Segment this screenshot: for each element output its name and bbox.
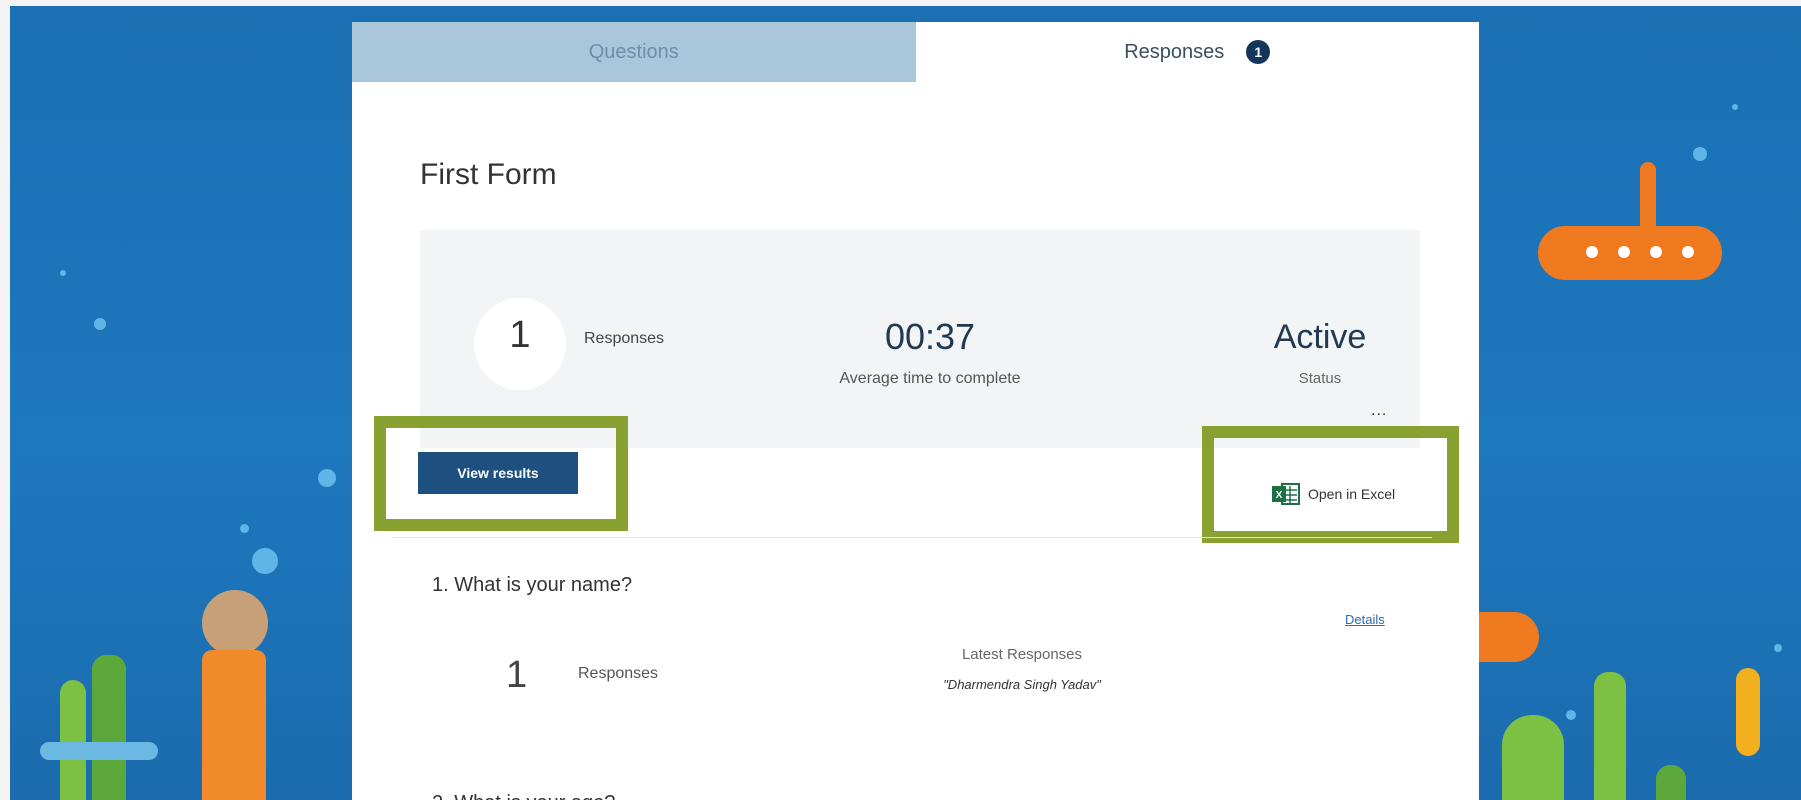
excel-icon: X bbox=[1272, 481, 1300, 507]
seaweed-decoration bbox=[1594, 672, 1626, 800]
question-response-label: Responses bbox=[578, 665, 659, 682]
tab-responses-label: Responses bbox=[1124, 40, 1225, 63]
bubble-decoration bbox=[94, 318, 106, 330]
submarine-window-decoration bbox=[1618, 246, 1630, 258]
bubble-decoration bbox=[1693, 147, 1707, 161]
average-time-value: 00:37 bbox=[884, 316, 976, 357]
form-card: Questions Responses 1 First Form 1 Respo… bbox=[352, 22, 1479, 800]
tab-questions-label: Questions bbox=[588, 40, 679, 63]
latest-response-value: "Dharmendra Singh Yadav" bbox=[943, 677, 1101, 692]
response-count-label: Responses bbox=[584, 330, 665, 347]
status-label: Status bbox=[1298, 370, 1342, 387]
open-in-excel-link[interactable]: X Open in Excel bbox=[1272, 481, 1395, 507]
bubble-decoration bbox=[252, 548, 278, 574]
svg-text:X: X bbox=[1276, 490, 1283, 501]
open-in-excel-label: Open in Excel bbox=[1308, 486, 1396, 502]
seaweed-decoration bbox=[60, 680, 86, 800]
bubble-decoration bbox=[60, 270, 66, 276]
diver-body-decoration bbox=[202, 650, 266, 800]
tab-responses[interactable]: Responses 1 bbox=[915, 22, 1479, 82]
bubble-decoration bbox=[1566, 710, 1576, 720]
octopus-decoration bbox=[1502, 715, 1564, 800]
fish-decoration bbox=[1479, 612, 1539, 662]
average-time-label: Average time to complete bbox=[839, 370, 1021, 387]
submarine-window-decoration bbox=[1650, 246, 1662, 258]
seahorse-decoration bbox=[1736, 668, 1760, 756]
response-count: 1 bbox=[509, 314, 531, 356]
seaweed-decoration bbox=[1656, 765, 1686, 800]
details-link[interactable]: Details bbox=[1345, 612, 1385, 627]
status-value: Active bbox=[1273, 318, 1367, 356]
response-summary-panel: 1 Responses 00:37 Average time to comple… bbox=[420, 230, 1420, 448]
submarine-window-decoration bbox=[1682, 246, 1694, 258]
more-options-icon[interactable]: ... bbox=[1371, 402, 1387, 420]
app-frame: Questions Responses 1 First Form 1 Respo… bbox=[0, 0, 1801, 800]
tab-bar: Questions Responses 1 bbox=[352, 22, 1479, 82]
view-results-button[interactable]: View results bbox=[418, 452, 578, 494]
question-title: 1. What is your name? bbox=[432, 574, 633, 596]
question-title: 2. What is your age? bbox=[432, 792, 615, 800]
frame-left-border bbox=[0, 0, 10, 800]
responses-count-badge: 1 bbox=[1246, 40, 1271, 64]
form-title: First Form bbox=[420, 158, 557, 191]
latest-responses-label: Latest Responses bbox=[961, 646, 1083, 663]
submarine-tower-decoration bbox=[1640, 162, 1656, 228]
sand-decoration bbox=[40, 742, 158, 760]
tab-questions[interactable]: Questions bbox=[352, 22, 916, 82]
bubble-decoration bbox=[318, 469, 336, 487]
section-divider bbox=[392, 537, 1432, 538]
question-response-count: 1 bbox=[506, 654, 528, 696]
submarine-window-decoration bbox=[1586, 246, 1598, 258]
seaweed-decoration bbox=[92, 655, 126, 800]
bubble-decoration bbox=[240, 524, 249, 533]
bubble-decoration bbox=[1732, 104, 1738, 110]
submarine-body-decoration bbox=[1538, 226, 1722, 280]
diver-helmet-decoration bbox=[202, 590, 268, 656]
bubble-decoration bbox=[1774, 644, 1782, 652]
